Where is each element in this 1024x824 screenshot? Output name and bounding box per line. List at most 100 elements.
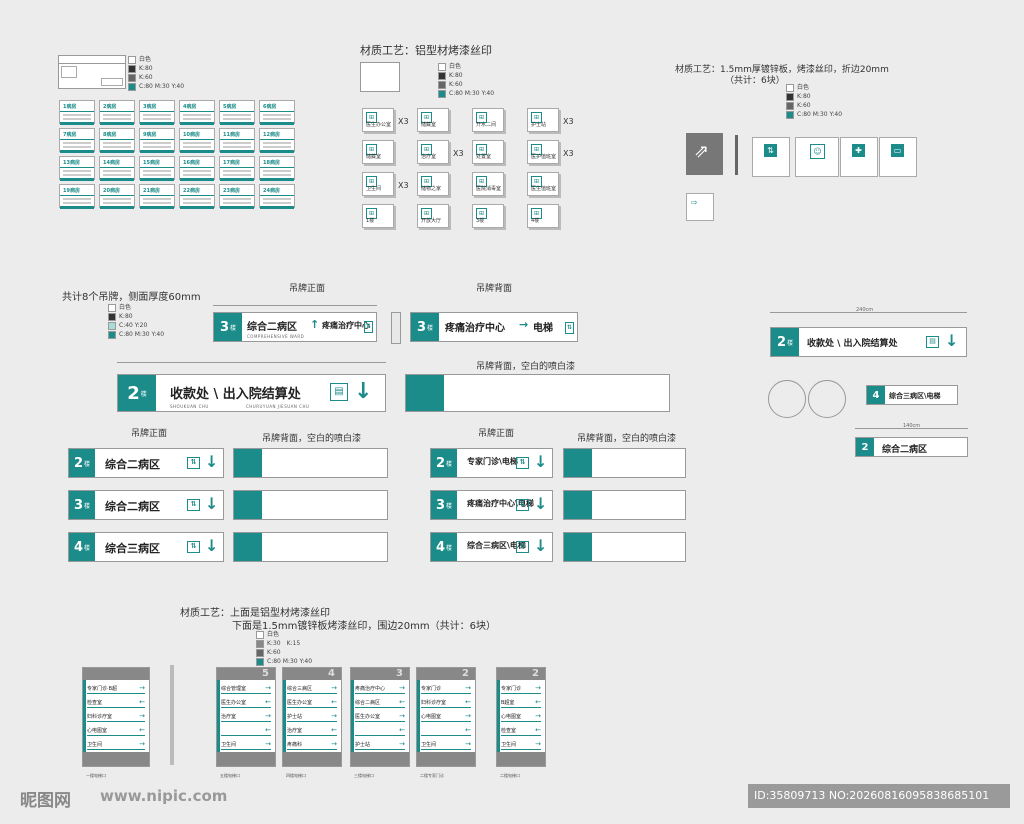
dim-line-right: 240cm xyxy=(770,307,967,313)
door-label: 医护值班室 xyxy=(531,154,557,160)
ward-sign: 7病房 xyxy=(59,128,95,153)
ward-label: 3病房 xyxy=(143,103,157,110)
door-sign-grid: ⊞ 医生办公室 X3 ⊞ 储藏室 ⊞ 开水二间 ⊞ 护士站 X3 ⊞ 储藏室 ⊞ 治疗室 X3 ⊞ 处置室 ⊞ 医护… xyxy=(362,108,622,233)
arrow-down-icon: ↓ xyxy=(205,536,219,555)
hang-sign-back xyxy=(563,448,686,478)
plate-3: ✚ xyxy=(840,137,878,177)
arrow-down-icon: ↓ xyxy=(534,536,548,555)
watermark-id: ID:35809713 NO:20260816095838685101 xyxy=(748,784,1010,808)
directory-caption: 一楼电梯口 xyxy=(86,773,106,778)
arrow-icon: → xyxy=(465,684,471,692)
door-sign: ⊞ 护士站 xyxy=(527,108,559,132)
door-sign-preview xyxy=(360,62,400,92)
door-label: 3楼 xyxy=(476,218,485,224)
arrow-icon: ← xyxy=(465,698,471,706)
door-sign: ⊞ 3楼 xyxy=(472,204,504,228)
ward-label: 17病房 xyxy=(223,159,240,166)
directory-row: 医生办公室 ← xyxy=(221,698,271,708)
back-label-3: 吊牌背面，空白的喷白漆 xyxy=(577,434,677,444)
door-sign: ⊞ 治疗室 xyxy=(417,140,449,164)
legend-c: 白色 K:80 K:60 C:80 M:30 Y:40 xyxy=(786,83,842,119)
directory-header: 4 xyxy=(283,668,341,680)
ward-sign: 19病房 xyxy=(59,184,95,209)
door-label: 处置室 xyxy=(476,154,492,160)
ward-sign: 22病房 xyxy=(179,184,215,209)
directory-row: 心电图室 ← xyxy=(87,726,145,736)
door-label: 4楼 xyxy=(531,218,540,224)
ward-label: 2病房 xyxy=(103,103,117,110)
arrow-icon: ← xyxy=(399,726,405,734)
door-sign: ⊞ 医生办公室 xyxy=(362,108,394,132)
directory-header: 2 xyxy=(417,668,475,680)
ward-label: 24病房 xyxy=(263,187,280,194)
back-paint-label: 吊牌背面，空白的喷白漆 xyxy=(476,362,576,372)
floor-number: 2楼 xyxy=(69,449,95,477)
arrow-icon: ← xyxy=(535,726,541,734)
arrow-down-icon: ↓ xyxy=(534,494,548,513)
arrow-icon: ← xyxy=(139,698,145,706)
directory-caption: 二楼电梯口 xyxy=(500,773,520,778)
directory-row: 治疗室 → xyxy=(221,712,271,722)
person-icon: ☺ xyxy=(810,144,825,159)
directory-caption: 二楼专家门诊 xyxy=(420,773,444,778)
quantity-label: X3 xyxy=(398,117,409,126)
arrow-up-icon: ↑ xyxy=(310,318,320,331)
ward-label: 5病房 xyxy=(223,103,237,110)
directory-header: 2 xyxy=(497,668,545,680)
front-label-1: 吊牌正面 xyxy=(289,284,326,294)
door-sign: ⊞ 4楼 xyxy=(527,204,559,228)
arrow-icon: → xyxy=(465,712,471,720)
door-sign: ⊞ 储藏室 xyxy=(362,140,394,164)
arrow-down-icon: ↓ xyxy=(205,494,219,513)
hang-sign-front-big: 2楼 收款处 \ 出入院结算处 SHOUKUAN CHU CHURUYUAN J… xyxy=(117,374,386,412)
door-label: 开放大厅 xyxy=(421,218,442,224)
arrow-icon: → xyxy=(535,740,541,748)
plate-2: ☺ xyxy=(795,137,839,177)
hang-sign-front: 4 楼综合三病区 ⇅ ↓ xyxy=(68,532,224,562)
door-label: 1楼 xyxy=(366,218,375,224)
door-label: 储藏室 xyxy=(366,154,382,160)
back-label-1: 吊牌背面 xyxy=(476,284,513,294)
hang-sign-side xyxy=(391,312,401,344)
elevator-icon: ⇅ xyxy=(565,322,574,334)
directory-row: 妇科诊疗室 → xyxy=(87,712,145,722)
watermark-url: www.nipic.com xyxy=(100,787,228,805)
quantity-label: X3 xyxy=(563,149,574,158)
ward-label: 20病房 xyxy=(103,187,120,194)
front-label-3: 吊牌正面 xyxy=(478,429,515,439)
arrow-right-icon: ⇨ xyxy=(691,198,698,207)
arrow-icon: → xyxy=(331,712,337,720)
door-sign: ⊞ 医生值班室 xyxy=(527,172,559,196)
ward-sign: 4病房 xyxy=(179,100,215,125)
ward-sign: 23病房 xyxy=(219,184,255,209)
ward-sign: 14病房 xyxy=(99,156,135,181)
ward-label: 13病房 xyxy=(63,159,80,166)
directory-row: 检查室 ← xyxy=(87,698,145,708)
doctor-icon: ✚ xyxy=(852,144,865,157)
arrow-right-icon: → xyxy=(519,318,529,331)
legend-d: 白色 K:80 C:40 Y:20 C:80 M:30 Y:40 xyxy=(108,303,164,339)
ward-label: 18病房 xyxy=(263,159,280,166)
front-label-2: 吊牌正面 xyxy=(131,429,168,439)
directory-row: 综合三病区 → xyxy=(287,684,337,694)
sign-text: 专家门诊\电梯 xyxy=(467,457,518,466)
hang-sign-front: 3 楼综合二病区 ⇅ ↓ xyxy=(68,490,224,520)
floor-number: 3楼 xyxy=(69,491,95,519)
ward-label: 12病房 xyxy=(263,131,280,138)
directory-row: 综合管理室 → xyxy=(221,684,271,694)
arrow-down-icon: ↓ xyxy=(354,379,373,404)
ward-sign-grid: 1病房 2病房 3病房 4病房 5病房 6病房 7病房 8病房 9病房 10病房 11病房 12病房 1… xyxy=(59,100,299,212)
plate-4: ▭ xyxy=(879,137,917,177)
floor-number: 3楼 xyxy=(431,491,457,519)
door-sign: ⊞ 医院消毒室 xyxy=(472,172,504,196)
directory-row: 治疗室 ← xyxy=(287,726,337,736)
ward-label: 14病房 xyxy=(103,159,120,166)
dim-line-right-2: 140cm xyxy=(855,423,968,429)
door-label: 卫生间 xyxy=(366,186,382,192)
ward-sign: 17病房 xyxy=(219,156,255,181)
door-sign: ⊞ 开放大厅 xyxy=(417,204,449,228)
ward-label: 22病房 xyxy=(183,187,200,194)
arrow-icon: → xyxy=(139,712,145,720)
directory-row: 医生办公室 ← xyxy=(287,698,337,708)
arrow-icon: → xyxy=(265,712,271,720)
